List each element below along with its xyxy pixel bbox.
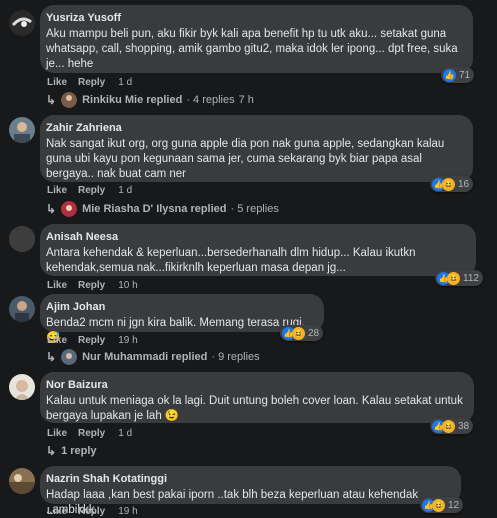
comment-bubble: Nor Baizura Kalau untuk meniaga ok la la… (40, 372, 474, 423)
like-button[interactable]: Like (47, 506, 67, 517)
reply-button[interactable]: Reply (78, 280, 105, 291)
view-replies[interactable]: ↳ Rinkiku Mie replied · 4 replies 7 h (46, 92, 254, 108)
view-replies[interactable]: ↳ Mie Riasha D' Ilysna replied · 5 replie… (46, 201, 279, 217)
like-button[interactable]: Like (47, 428, 67, 439)
comment-actions: Like Reply 19 h (47, 506, 149, 517)
avatar[interactable] (9, 296, 35, 322)
reaction-count[interactable]: 👍 😆 12 (420, 497, 464, 513)
timestamp[interactable]: 1 d (118, 185, 132, 196)
comment-author[interactable]: Nazrin Shah Kotatinggi (46, 472, 451, 486)
reaction-count[interactable]: 👍 😆 16 (430, 176, 474, 192)
like-button[interactable]: Like (47, 185, 67, 196)
avatar (61, 349, 78, 365)
reaction-count[interactable]: 👍 😆 112 (435, 270, 483, 286)
comment-text: Kalau untuk meniaga ok la lagi. Duit unt… (46, 395, 463, 422)
haha-icon: 😆 (447, 271, 460, 285)
comment-text: Aku mampu beli pun, aku fikir byk kali a… (46, 28, 458, 70)
avatar[interactable] (9, 10, 35, 36)
timestamp[interactable]: 10 h (118, 280, 137, 291)
timestamp[interactable]: 19 h (118, 335, 137, 346)
reply-button[interactable]: Reply (78, 77, 105, 88)
like-button[interactable]: Like (47, 335, 67, 346)
comment-author[interactable]: Ajim Johan (46, 300, 314, 314)
reply-arrow-icon: ↳ (46, 350, 57, 364)
reply-button[interactable]: Reply (78, 428, 105, 439)
avatar (61, 92, 78, 108)
comment-text: Nak sangat ikut org, org guna apple dia … (46, 138, 445, 180)
comment-bubble: Yusriza Yusoff Aku mampu beli pun, aku f… (40, 5, 473, 73)
timestamp[interactable]: 1 d (118, 428, 132, 439)
reply-button[interactable]: Reply (78, 506, 105, 517)
comment-actions: Like Reply 1 d (47, 185, 143, 196)
reaction-count[interactable]: 👍 😆 28 (280, 325, 324, 341)
comment-author[interactable]: Nor Baizura (46, 378, 464, 392)
haha-icon: 😆 (442, 419, 455, 433)
comment-author[interactable]: Zahir Zahriena (46, 121, 463, 135)
avatar[interactable] (9, 374, 35, 400)
timestamp[interactable]: 1 d (118, 77, 132, 88)
reply-arrow-icon: ↳ (46, 93, 57, 107)
haha-icon: 😆 (442, 177, 455, 191)
timestamp[interactable]: 19 h (118, 506, 137, 517)
comment-actions: Like Reply 1 d (47, 77, 143, 88)
comment-actions: Like Reply 19 h (47, 335, 149, 346)
view-replies[interactable]: ↳ 1 reply (46, 444, 97, 458)
haha-icon: 😆 (292, 326, 305, 340)
avatar[interactable] (9, 117, 35, 143)
like-button[interactable]: Like (47, 280, 67, 291)
reaction-count[interactable]: 👍 😆 38 (430, 418, 474, 434)
reply-arrow-icon: ↳ (46, 202, 57, 216)
like-icon: 👍 (443, 68, 456, 82)
avatar[interactable] (9, 468, 35, 494)
avatar (61, 201, 78, 217)
comment-text: Antara kehendak & keperluan...bersederha… (46, 247, 416, 274)
comment-actions: Like Reply 10 h (47, 280, 149, 291)
reaction-count[interactable]: 👍 71 (441, 67, 475, 83)
comment-author[interactable]: Anisah Neesa (46, 230, 466, 244)
comment-author[interactable]: Yusriza Yusoff (46, 11, 463, 25)
avatar[interactable] (9, 226, 35, 252)
comment-bubble: Anisah Neesa Antara kehendak & keperluan… (40, 224, 476, 276)
like-button[interactable]: Like (47, 77, 67, 88)
comment-bubble: Zahir Zahriena Nak sangat ikut org, org … (40, 115, 473, 182)
reply-button[interactable]: Reply (78, 185, 105, 196)
comment-bubble: Nazrin Shah Kotatinggi Hadap laaa ,kan b… (40, 466, 461, 516)
reply-button[interactable]: Reply (78, 335, 105, 346)
comment-actions: Like Reply 1 d (47, 428, 143, 439)
view-replies[interactable]: ↳ Nur Muhammadi replied · 9 replies (46, 349, 260, 365)
reply-arrow-icon: ↳ (46, 444, 57, 458)
